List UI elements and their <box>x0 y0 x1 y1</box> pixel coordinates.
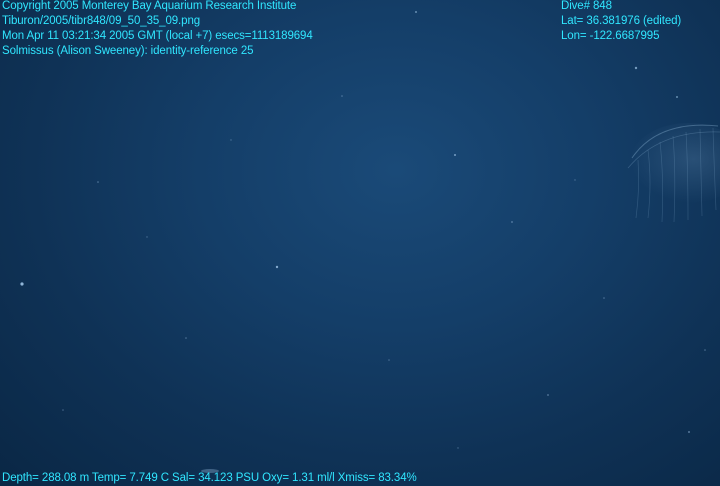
copyright-line: Copyright 2005 Monterey Bay Aquarium Res… <box>2 0 297 12</box>
dive-number: Dive# 848 <box>561 0 612 12</box>
marine-snow-particles <box>20 11 706 473</box>
underwater-frame: Copyright 2005 Monterey Bay Aquarium Res… <box>0 0 720 486</box>
sensor-readout-line: Depth= 288.08 m Temp= 7.749 C Sal= 34.12… <box>2 472 417 484</box>
longitude: Lon= -122.6687995 <box>561 30 660 42</box>
identification-line: Solmissus (Alison Sweeney): identity-ref… <box>2 45 254 57</box>
image-path-line: Tiburon/2005/tibr848/09_50_35_09.png <box>2 15 201 27</box>
latitude: Lat= 36.381976 (edited) <box>561 15 682 27</box>
solmissus-jellyfish <box>627 123 720 223</box>
header-info-block: Copyright 2005 Monterey Bay Aquarium Res… <box>2 0 313 59</box>
dive-position-block: Dive# 848 Lat= 36.381976 (edited) Lon= -… <box>561 0 681 44</box>
timestamp-line: Mon Apr 11 03:21:34 2005 GMT (local +7) … <box>2 30 313 42</box>
